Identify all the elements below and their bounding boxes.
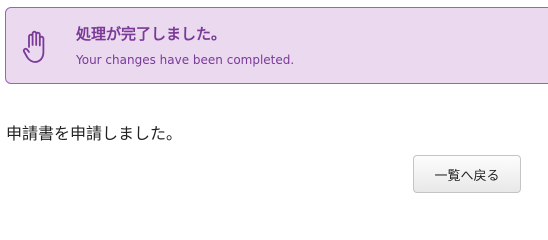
result-message: 申請書を申請しました。 [6,124,183,143]
completion-notice: 処理が完了しました。 Your changes have been comple… [5,7,548,84]
notice-title: 処理が完了しました。 [76,25,227,43]
notice-subtitle: Your changes have been completed. [76,53,295,67]
back-to-list-button[interactable]: 一覧へ戻る [413,155,521,193]
hand-stop-icon [22,30,45,63]
